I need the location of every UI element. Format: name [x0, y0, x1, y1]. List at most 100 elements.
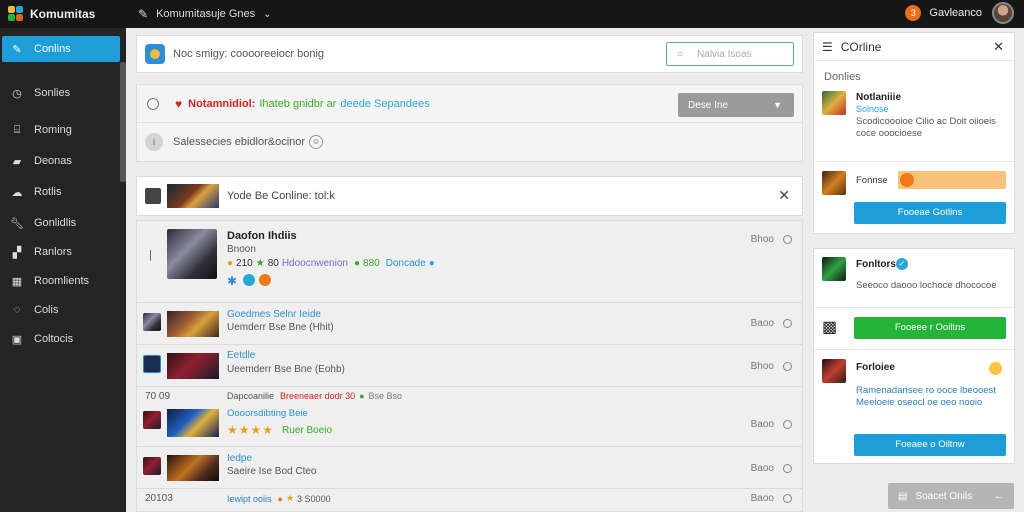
post-text: Ruer Boeio [282, 424, 333, 436]
bag-icon: ▞ [12, 246, 22, 259]
sidebar-item-ranlors[interactable]: ▞ Ranlors [0, 239, 126, 265]
post-link[interactable]: Iedpe [227, 453, 252, 464]
top-bar: Komumitas ✎ Komumitasuje Gnes ⌄ 3 Gavlea… [0, 0, 1024, 28]
stat-value-b: 80 [267, 258, 279, 269]
divider [814, 307, 1014, 308]
post-meta: Iewipt ooiis ● ★ 3 S0000 [227, 493, 331, 504]
post-link[interactable]: Doncade [386, 258, 426, 269]
more-icon[interactable] [783, 362, 792, 371]
post-date: 20103 [145, 493, 173, 504]
member-name[interactable]: Fonltors [856, 259, 896, 270]
fire-icon: ● [277, 493, 283, 504]
sidebar-item-roming[interactable]: ⌸ Roming [0, 117, 126, 143]
post-time: Baoo [750, 318, 774, 329]
member-name[interactable]: Forloiee [856, 362, 895, 373]
chat-icon: ▤ [898, 490, 908, 502]
list-item[interactable]: | Daofon Ihdiis Bnoon ● 210 ★ 80 Hdoocnw… [137, 221, 802, 303]
post-link[interactable]: Oooorsdibting Beie [227, 408, 308, 419]
post-rating: ★★★★ Ruer Boeio [227, 423, 332, 437]
post-image [167, 229, 217, 279]
meta-b: Breeneaer dodr 30 [280, 391, 356, 401]
box-icon: ▣ [11, 333, 23, 346]
member-label: Fonnse [856, 175, 888, 186]
notification-badge[interactable]: 3 [905, 5, 922, 21]
sidebar-scrollbar[interactable] [120, 62, 126, 182]
app-title: Komumitas [30, 7, 96, 21]
list-item[interactable]: Eetdle Ueemderr Bse Bne (Eohb) Bhoo [137, 345, 802, 387]
list-item[interactable]: Iedpe Saeire Ise Bod Cteo Baoo [137, 447, 802, 489]
reddit-icon[interactable] [259, 274, 272, 286]
game-icon [145, 188, 161, 204]
wrench-icon: 🔧︎ [10, 217, 24, 230]
post-time: Baoo [750, 463, 774, 474]
list-item[interactable]: Goedmes Selnr Ieide Uemderr Bse Bne (Hhi… [137, 303, 802, 345]
share-icon[interactable]: ✱ [227, 274, 237, 288]
more-icon[interactable] [783, 235, 792, 244]
group-selector[interactable]: ✎ Komumitasuje Gnes ⌄ [138, 7, 272, 21]
rating-stars-icon: ★★★★ [227, 423, 275, 437]
list-item[interactable]: 70 09 Dapcoanilie Breeneaer dodr 30 ● Bs… [137, 387, 802, 447]
more-icon[interactable] [783, 494, 792, 503]
sidebar-item-label: Colis [34, 304, 59, 316]
online-button[interactable]: Foeaee o Oiltnw [854, 434, 1006, 456]
sidebar-item-label: Gonlidlis [34, 217, 77, 229]
post-meta: Dapcoanilie Breeneaer dodr 30 ● Bse Bso [227, 391, 402, 401]
sidebar-item-rotlis[interactable]: ☁ Rotlis [0, 179, 126, 205]
sidebar-item-sonlies[interactable]: ◷ Sonlies [0, 80, 126, 106]
meta-a: Iewipt ooiis [227, 493, 272, 504]
sidebar-item-label: Roomlients [34, 275, 90, 287]
post-link[interactable]: Eetdle [227, 350, 255, 361]
avatar [143, 411, 161, 429]
group-selector-label: Komumitasuje Gnes [156, 8, 256, 20]
post-author[interactable]: Daofon Ihdiis [227, 230, 297, 242]
composer-prompt[interactable]: Noc smigy: cooooreeiocr bonig [173, 48, 324, 60]
notice-link[interactable]: deede Sepandees [340, 98, 429, 110]
close-icon[interactable]: ✕ [993, 39, 1004, 55]
sidebar-item-colis[interactable]: ◌ Colis [0, 297, 126, 323]
more-icon[interactable] [783, 420, 792, 429]
sidebar-item-roomlients[interactable]: ▦ Roomlients [0, 268, 126, 294]
sidebar-item-coltocis[interactable]: ▣ Coltocis [0, 326, 126, 352]
avatar [822, 257, 846, 281]
coin-icon [989, 362, 1002, 375]
sidebar-item-conlins[interactable]: ✎ Conlins [2, 36, 120, 62]
friends-panel: Fonltors ✓ Seeoco daooo lochoce dhococoe… [813, 248, 1015, 464]
avatar[interactable] [992, 2, 1014, 24]
search-input[interactable]: ○ Nalvia Isoas [666, 42, 794, 66]
verified-icon: ✓ [896, 258, 908, 270]
sidebar-item-gonlidlis[interactable]: 🔧︎ Gonlidlis [0, 210, 126, 236]
member-name[interactable]: Notlaniiie [856, 92, 901, 103]
close-icon[interactable]: ✕ [778, 187, 790, 204]
meta-b: 3 S0000 [297, 493, 331, 504]
radio-button[interactable] [147, 97, 159, 110]
list-icon: ☰ [822, 39, 833, 54]
emoji-icon[interactable]: ☺ [309, 135, 324, 149]
more-icon[interactable] [783, 464, 792, 473]
more-icon[interactable] [783, 319, 792, 328]
post-tags[interactable]: Hdoocnwenion [282, 258, 348, 269]
filter-dropdown-label: Dese Ine [688, 99, 729, 111]
post-time: Baoo [750, 493, 774, 504]
composer-bar[interactable]: Noc smigy: cooooreeiocr bonig ○ Nalvia I… [136, 35, 803, 73]
list-item[interactable]: 20103 Iewipt ooiis ● ★ 3 S0000 Baoo [137, 489, 802, 511]
filter-dropdown[interactable]: Dese Ine ▼ [678, 93, 794, 117]
feed-title: Yode Be Conline: tol:k [227, 190, 335, 202]
heart-icon: ♥ [175, 96, 183, 111]
avatar [822, 91, 846, 115]
drag-handle[interactable]: | [149, 249, 152, 261]
member-text: Seeoco daooo lochoce dhococoe [856, 280, 997, 291]
cloud-icon: ☁ [11, 186, 23, 199]
online-button[interactable]: Fooeee r Ooiltns [854, 317, 1006, 339]
brand[interactable]: Komumitas [0, 6, 128, 22]
post-date: 70 09 [145, 391, 171, 402]
group-icon [145, 44, 165, 64]
chat-bar[interactable]: ▤ Soacet Onils ← [888, 483, 1014, 509]
post-link[interactable]: Goedmes Selnr Ieide [227, 309, 321, 320]
notice-label: Notamnidiol: [188, 97, 256, 110]
twitter-icon[interactable] [243, 274, 256, 286]
online-member[interactable]: Notlaniiie Solnose Scodicoooioe Cilio ac… [814, 89, 1014, 147]
online-button[interactable]: Fooeae Gotlins [854, 202, 1006, 224]
sidebar-item-deonas[interactable]: ▰ Deonas [0, 148, 126, 174]
member-text: Scodicoooioe Cilio ac Doit oiioeis coce … [856, 116, 996, 139]
username[interactable]: Gavleanco [929, 7, 982, 19]
